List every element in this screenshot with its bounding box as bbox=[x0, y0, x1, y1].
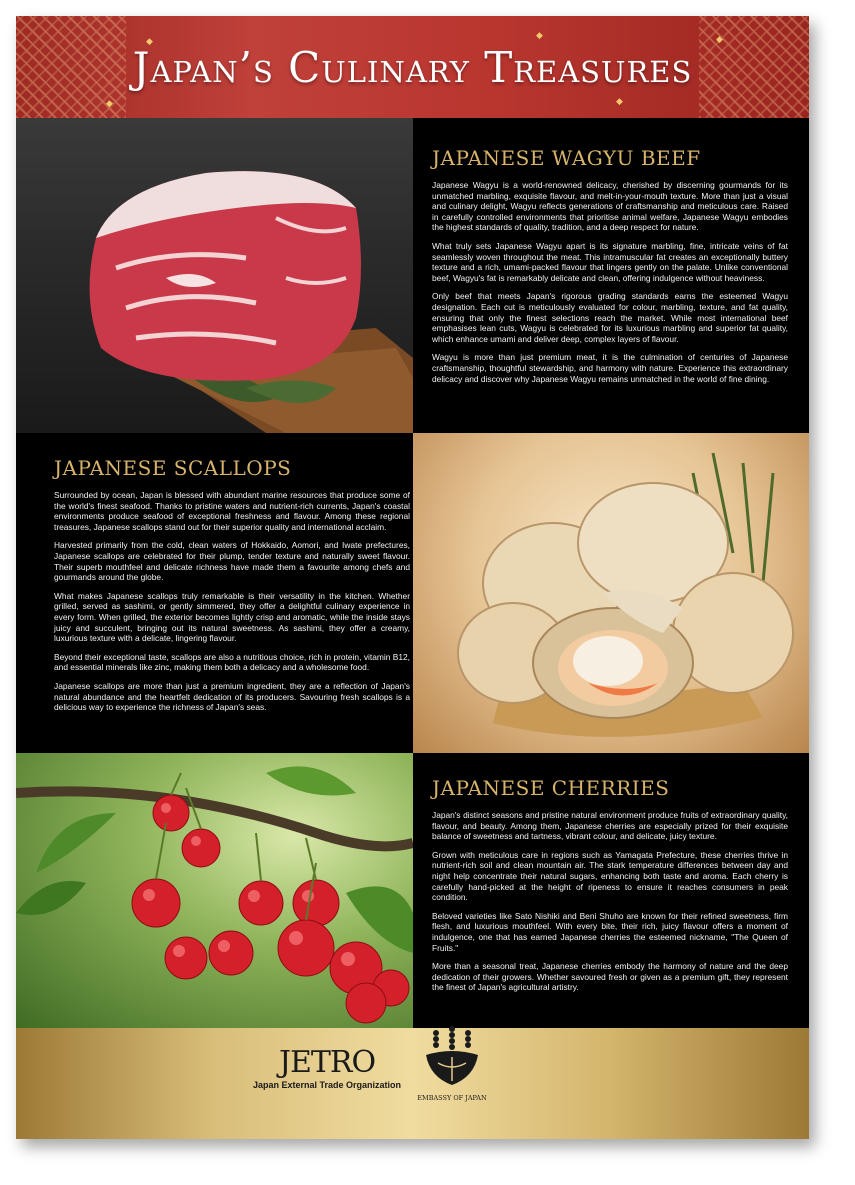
jetro-name: Japan External Trade Organization bbox=[253, 1080, 402, 1090]
sponsor-footer bbox=[16, 1028, 809, 1139]
title-banner: ◆ ◆ ◆ ◆ ◆ Japan’s Culinary Treasures bbox=[16, 16, 809, 118]
wagyu-beef-photo bbox=[16, 118, 413, 433]
wagyu-heading: JAPANESE WAGYU BEEF bbox=[432, 146, 701, 170]
embassy-name: EMBASSY OF JAPAN bbox=[417, 1094, 487, 1102]
cherries-paragraph: Japan's distinct seasons and pristine na… bbox=[432, 810, 788, 842]
paulownia-crest-icon bbox=[426, 1026, 478, 1085]
cherries-paragraph: More than a seasonal treat, Japanese che… bbox=[432, 961, 788, 993]
scallops-heading: JAPANESE SCALLOPS bbox=[54, 456, 292, 480]
scallops-text-panel: JAPANESE SCALLOPS Surrounded by ocean, J… bbox=[54, 456, 410, 721]
wagyu-text-panel: JAPANESE WAGYU BEEF Japanese Wagyu is a … bbox=[432, 146, 788, 392]
jetro-logo: JETRO bbox=[278, 1045, 376, 1080]
scallops-photo bbox=[413, 433, 809, 753]
poster: ◆ ◆ ◆ ◆ ◆ Japan’s Culinary Treasures JAP… bbox=[16, 16, 809, 1139]
embassy-logo-block: EMBASSY OF JAPAN bbox=[417, 1025, 487, 1102]
wagyu-illustration bbox=[89, 171, 413, 433]
cherries-illustration bbox=[16, 766, 413, 1024]
scallops-paragraph: Harvested primarily from the cold, clean… bbox=[54, 540, 410, 583]
cherries-paragraph: Grown with meticulous care in regions su… bbox=[432, 849, 788, 903]
page-title: Japan’s Culinary Treasures bbox=[132, 42, 693, 92]
jetro-logo-block: JETRO Japan External Trade Organization bbox=[253, 1045, 402, 1091]
scallops-paragraph: What makes Japanese scallops truly remar… bbox=[54, 590, 410, 644]
wagyu-paragraph: Only beef that meets Japan's rigorous gr… bbox=[432, 291, 788, 344]
cherries-photo bbox=[16, 753, 413, 1028]
scallops-paragraph: Beyond their exceptional taste, scallops… bbox=[54, 651, 410, 673]
scallops-paragraph: Japanese scallops are more than just a p… bbox=[54, 680, 410, 713]
scallops-paragraph: Surrounded by ocean, Japan is blessed wi… bbox=[54, 490, 410, 532]
cherries-text-panel: JAPANESE CHERRIES Japan's distinct seaso… bbox=[432, 776, 788, 1001]
cherries-heading: JAPANESE CHERRIES bbox=[432, 776, 670, 800]
wagyu-paragraph: Wagyu is more than just premium meat, it… bbox=[432, 352, 788, 384]
wagyu-paragraph: Japanese Wagyu is a world-renowned delic… bbox=[432, 180, 788, 233]
cherries-paragraph: Beloved varieties like Sato Nishiki and … bbox=[432, 910, 788, 953]
scallops-illustration bbox=[457, 452, 794, 737]
wagyu-paragraph: What truly sets Japanese Wagyu apart is … bbox=[432, 240, 788, 283]
